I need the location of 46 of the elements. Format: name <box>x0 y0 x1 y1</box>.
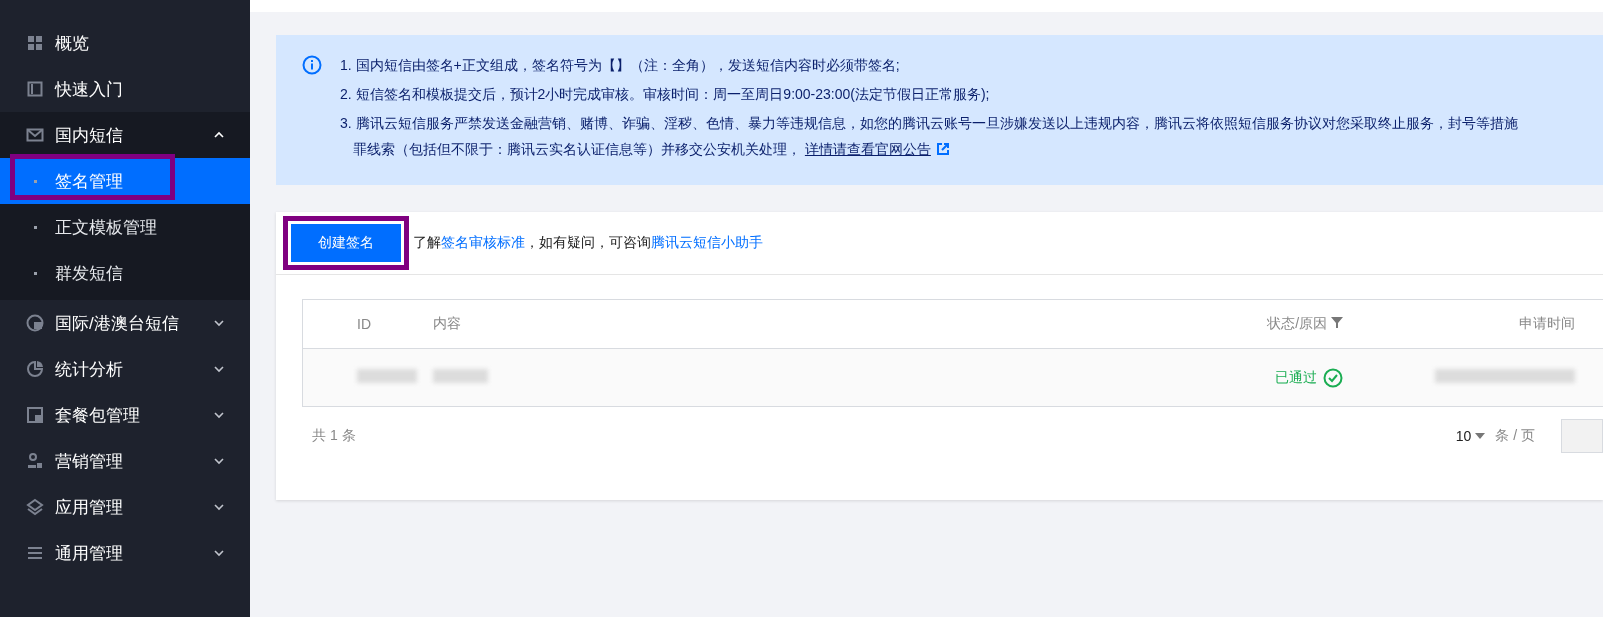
person-icon <box>26 452 44 470</box>
external-link-icon[interactable] <box>936 143 949 155</box>
bullet-icon <box>34 271 37 275</box>
nav-subitem[interactable]: 群发短信 <box>0 250 250 296</box>
notice-text: 罪线索（包括但不限于：腾讯云实名认证信息等）并移交公安机关处理， <box>353 141 801 157</box>
column-header: 内容 <box>433 315 461 331</box>
grid-icon <box>26 34 44 52</box>
nav-item[interactable]: 概览 <box>0 20 250 66</box>
bullet-icon <box>34 225 37 229</box>
page-size-select[interactable]: 10 <box>1455 428 1472 444</box>
column-header: 状态/原因 <box>1267 315 1328 331</box>
layers-icon <box>26 498 44 516</box>
caret-icon <box>1475 433 1486 439</box>
create-signature-button[interactable]: 创建签名 <box>290 223 402 263</box>
notice-text: 1. 国内短信由签名+正文组成，签名符号为【】（注：全角），发送短信内容时必须带签名; <box>340 56 901 75</box>
total-count: 共 1 条 <box>312 427 356 445</box>
help-link[interactable]: 腾讯云短信小助手 <box>651 234 763 250</box>
notice-text: 2. 短信签名和模板提交后，预计2小时完成审核。审核时间：周一至周日9:00-23:00(法定节假日正常服务); <box>340 85 991 104</box>
redacted-mark <box>433 368 488 383</box>
nav-item[interactable]: 通用管理 <box>0 530 250 576</box>
hint-text: 了解 <box>413 234 441 250</box>
announcement-link[interactable]: 详情请查看官网公告 <box>804 141 931 157</box>
nav-item[interactable]: 营销管理 <box>0 438 250 484</box>
nav-subitem[interactable]: 正文模板管理 <box>0 204 250 250</box>
nav-item[interactable]: 统计分析 <box>0 346 250 392</box>
filter-icon[interactable] <box>1331 316 1343 328</box>
pie-chart-icon <box>26 360 44 378</box>
hint-text: ，如有疑问，可咨询 <box>525 234 651 250</box>
redacted-mark <box>357 368 417 383</box>
column-header: 申请时间 <box>1519 315 1575 331</box>
bullet-icon <box>34 179 37 183</box>
notice-text: 3. 腾讯云短信服务严禁发送金融营销、赌博、诈骗、淫秽、色情、暴力等违规信息，如您的腾讯云账号一旦涉嫌发送以上违规内容，腾讯云将依照短信服务协议对您采取终止服务，封号等措施 <box>340 114 1518 133</box>
nav-item[interactable]: 套餐包管理 <box>0 392 250 438</box>
sliders-icon <box>26 544 44 562</box>
nav-item[interactable]: 国际/港澳台短信 <box>0 300 250 346</box>
column-header: ID <box>357 316 371 332</box>
box-icon <box>26 406 44 424</box>
status-text: 已通过 <box>1275 368 1317 387</box>
book-icon <box>26 80 44 98</box>
globe-icon <box>26 314 44 332</box>
per-page-label: 条 / 页 <box>1495 427 1535 445</box>
nav-item[interactable]: 应用管理 <box>0 484 250 530</box>
info-icon <box>302 55 322 75</box>
nav-item[interactable]: 快速入门 <box>0 66 250 112</box>
help-link[interactable]: 签名审核标准 <box>441 234 525 250</box>
envelope-icon <box>26 126 44 144</box>
